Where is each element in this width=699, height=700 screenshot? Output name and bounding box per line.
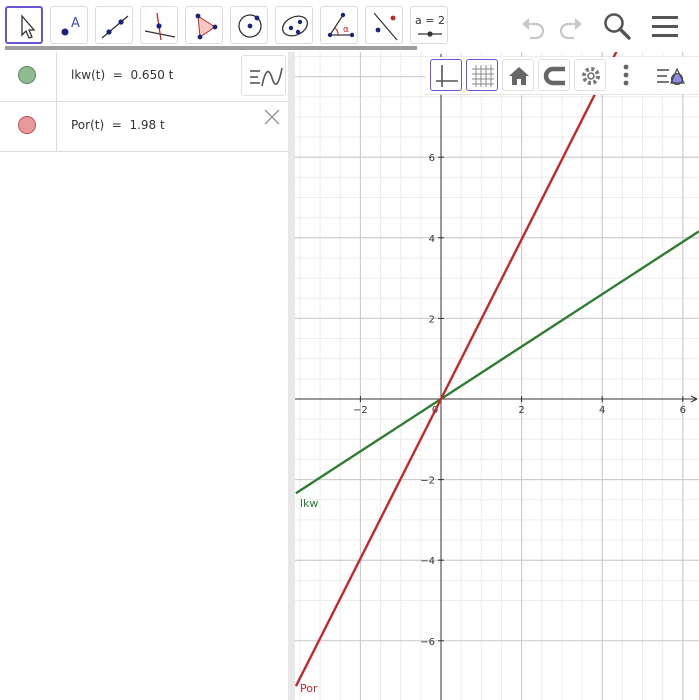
circle-tool-button[interactable]	[230, 6, 268, 44]
grid-icon	[472, 65, 494, 87]
menu-icon	[652, 16, 678, 37]
graphics-style-bar	[425, 57, 699, 95]
conic-tool-button[interactable]	[275, 6, 313, 44]
curve-style-icon	[250, 67, 283, 87]
y-tick-label: −6	[420, 637, 435, 648]
angle-icon: α	[327, 12, 355, 38]
series-label-por: Por	[300, 682, 318, 695]
y-tick-label: 4	[429, 234, 435, 245]
visibility-toggle-lkw[interactable]	[18, 66, 36, 84]
snapping-button[interactable]	[538, 59, 570, 91]
perpendicular-tool-button[interactable]	[140, 6, 178, 44]
series-line-lkw	[295, 230, 699, 495]
settings-button[interactable]	[574, 59, 606, 91]
redo-icon	[559, 18, 582, 40]
angle-tool-button[interactable]: α	[320, 6, 358, 44]
graph-canvas[interactable]: −20246642−2−4−6 lkwPor	[295, 52, 699, 700]
y-tick-label: 6	[429, 153, 435, 164]
redo-button[interactable]	[554, 10, 586, 42]
axes	[295, 54, 698, 700]
major-grid	[295, 52, 699, 700]
graphics-view[interactable]: −20246642−2−4−6 lkwPor	[295, 52, 699, 700]
more-button[interactable]	[610, 59, 642, 91]
polygon-tool-button[interactable]	[185, 6, 223, 44]
function-graphs: lkw Por	[295, 52, 699, 695]
magnet-icon	[543, 66, 565, 86]
y-tick-label: −4	[420, 556, 435, 567]
visibility-toggle-por[interactable]	[18, 116, 36, 134]
perpendicular-line-icon	[144, 12, 176, 41]
reflect-tool-button[interactable]	[365, 6, 403, 44]
slider-icon	[418, 31, 442, 37]
undo-button[interactable]	[518, 10, 550, 42]
algebra-definition-lkw[interactable]: lkw(t) = 0.650 t	[71, 68, 173, 82]
close-icon	[264, 109, 280, 125]
algebra-row-lkw[interactable]: lkw(t) = 0.650 t	[0, 52, 288, 102]
grid-toggle-button[interactable]	[466, 59, 498, 91]
x-tick-label: 6	[680, 405, 686, 416]
more-vertical-icon	[623, 64, 629, 86]
main-toolbar: A α a = 2	[0, 0, 699, 52]
graphics-style-toggle[interactable]	[653, 59, 685, 91]
style-bar-toggle[interactable]	[241, 55, 286, 96]
series-line-por	[295, 52, 618, 687]
tick-labels: −20246642−2−4−6	[353, 153, 686, 648]
toolbar-divider	[5, 46, 417, 50]
standard-view-button[interactable]	[502, 59, 534, 91]
search-button[interactable]	[601, 10, 633, 42]
delete-button[interactable]	[262, 107, 282, 127]
svg-text:α: α	[343, 25, 349, 35]
circle-center-icon	[238, 14, 262, 38]
home-icon	[509, 67, 529, 85]
menu-button[interactable]	[649, 10, 681, 42]
line-tool-button[interactable]	[95, 6, 133, 44]
x-tick-label: 4	[599, 405, 605, 416]
series-label-lkw: lkw	[300, 497, 318, 510]
polygon-icon	[195, 13, 218, 40]
algebra-definition-por[interactable]: Por(t) = 1.98 t	[71, 118, 165, 132]
ellipse-icon	[281, 15, 309, 37]
axes-toggle-button[interactable]	[430, 59, 462, 91]
marble-cell	[0, 52, 57, 101]
line-icon	[101, 15, 129, 39]
arrow-cursor-icon	[21, 14, 36, 39]
svg-text:A: A	[71, 16, 80, 31]
x-tick-label: −2	[353, 405, 368, 416]
y-tick-label: −2	[420, 476, 435, 487]
gear-icon	[582, 67, 600, 85]
y-tick-label: 2	[429, 314, 435, 325]
algebra-row-por[interactable]: Por(t) = 1.98 t	[0, 102, 288, 152]
undo-icon	[522, 18, 545, 40]
marble-cell	[0, 102, 57, 151]
move-tool-button[interactable]	[5, 6, 43, 44]
reflect-icon	[373, 12, 398, 41]
x-tick-label: 2	[518, 405, 524, 416]
minor-grid	[295, 52, 699, 700]
point-tool-button[interactable]: A	[50, 6, 88, 44]
point-icon: A	[61, 16, 80, 36]
axes-icon	[436, 65, 458, 87]
slider-tool-button[interactable]: a = 2	[410, 6, 448, 44]
view-divider[interactable]	[288, 52, 295, 700]
search-icon	[604, 13, 631, 40]
algebra-view: lkw(t) = 0.650 t Por(t) = 1.98 t	[0, 52, 288, 700]
style-bar-icon	[657, 67, 685, 85]
